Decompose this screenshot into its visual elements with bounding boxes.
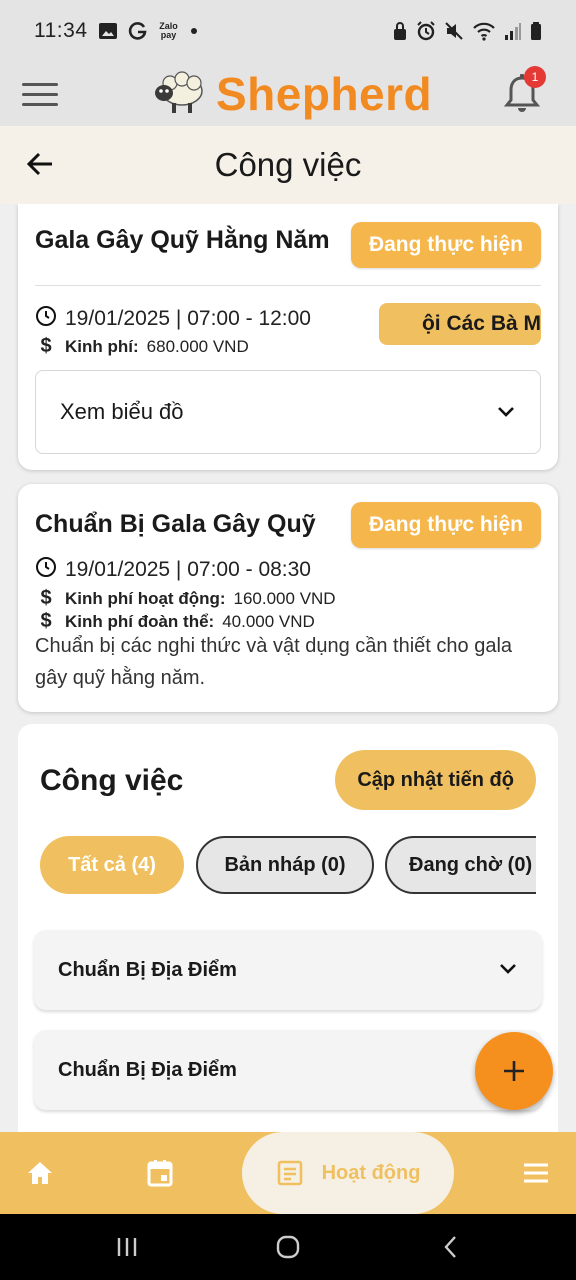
mute-icon [444,21,464,41]
calendar-icon [147,1160,173,1187]
menu-line [22,92,58,96]
add-task-button[interactable] [475,1032,553,1110]
organization-tag[interactable]: ội Các Bà M [379,303,541,345]
nav-activities[interactable]: Hoạt động [242,1132,454,1214]
home-button[interactable] [271,1230,305,1264]
event-datetime: 19/01/2025 | 07:00 - 12:00 [65,307,311,330]
g-icon [128,21,148,41]
lock-icon [392,21,408,41]
alarm-icon [416,21,436,41]
activity-title: Chuẩn Bị Gala Gây Quỹ [35,510,316,538]
app-logo: Shepherd [152,62,432,126]
sheep-logo-icon [152,69,206,120]
event-datetime-row: 19/01/2025 | 07:00 - 12:00 [35,305,311,333]
activity-budget-value: 160.000 VND [233,588,336,608]
activity-datetime: 19/01/2025 | 07:00 - 08:30 [65,558,311,581]
chevron-down-icon [496,399,516,425]
filter-chip-all[interactable]: Tất cả (4) [40,836,184,894]
divider [35,285,541,286]
task-item[interactable]: Chuẩn Bị Địa Điểm [34,1030,542,1110]
tasks-section-title: Công việc [40,764,184,797]
signal-icon [504,21,522,41]
hamburger-menu-button[interactable] [22,74,58,114]
activity-description: Chuẩn bị các nghi thức và vật dụng cần t… [35,635,513,689]
view-chart-dropdown[interactable]: Xem biểu đồ [35,370,541,454]
content-scroll-area[interactable]: Gala Gây Quỹ Hằng Năm Đang thực hiện 19/… [0,204,576,1132]
dollar-icon: $ [40,587,52,609]
app-bar: Shepherd 1 [0,62,576,126]
activity-status-badge: Đang thực hiện [350,502,541,548]
battery-icon [530,21,542,41]
menu-line [22,82,58,86]
zalopay-label: Zalo pay [159,21,178,40]
task-item[interactable]: Chuẩn Bị Địa Điểm [34,930,542,1010]
status-left: 11:34 Zalo pay [34,19,198,43]
dollar-icon: $ [40,335,52,357]
plus-icon [504,1061,524,1081]
clock-icon [35,556,57,584]
union-budget-label: Kinh phí đoàn thể: [65,611,215,631]
union-budget-value: 40.000 VND [222,611,315,631]
app-name: Shepherd [216,68,433,120]
event-status-badge: Đang thực hiện [350,222,541,268]
zalopay-icon: Zalo pay [158,22,180,40]
nav-calendar[interactable] [134,1132,186,1214]
organization-tag-label: ội Các Bà M [421,312,541,335]
bell-icon [502,74,542,120]
system-navigation-bar [0,1214,576,1280]
filter-chip-draft[interactable]: Bản nháp (0) [196,836,374,894]
clock-icon [35,305,57,333]
chevron-left-icon [444,1236,456,1258]
bottom-navigation: Hoạt động [0,1132,576,1214]
notification-button[interactable]: 1 [502,66,546,116]
image-icon [98,22,118,40]
event-title: Gala Gây Quỹ Hằng Năm [35,226,330,254]
view-chart-label: Xem biểu đồ [60,399,184,424]
activity-card[interactable]: Chuẩn Bị Gala Gây Quỹ Đang thực hiện 19/… [18,484,558,712]
activity-budget-label: Kinh phí hoạt động: [65,588,226,608]
event-budget-label: Kinh phí: [65,336,139,356]
task-title: Chuẩn Bị Địa Điểm [58,1058,237,1081]
home-circle-icon [276,1235,300,1259]
status-time: 11:34 [34,19,88,42]
menu-icon [524,1163,548,1183]
event-budget-row: $ Kinh phí: 680.000 VND [35,335,249,358]
menu-line [22,102,58,106]
notification-badge: 1 [524,66,546,88]
activity-datetime-row: 19/01/2025 | 07:00 - 08:30 [35,556,311,584]
dot-icon [190,27,198,35]
activity-budget-row: $ Kinh phí hoạt động: 160.000 VND [35,587,336,610]
event-card: Gala Gây Quỹ Hằng Năm Đang thực hiện 19/… [18,204,558,470]
update-progress-button[interactable]: Cập nhật tiến độ [335,750,536,810]
activity-icon [277,1160,302,1186]
nav-menu[interactable] [510,1132,562,1214]
wifi-icon [472,21,496,41]
system-back-button[interactable] [434,1230,468,1264]
event-budget-value: 680.000 VND [146,336,249,356]
chevron-down-icon [498,959,518,982]
recents-icon [117,1238,137,1256]
page-title: Công việc [214,146,362,183]
status-bar: 11:34 Zalo pay [0,0,576,62]
nav-home[interactable] [14,1132,66,1214]
home-icon [28,1162,52,1184]
task-title: Chuẩn Bị Địa Điểm [58,958,237,981]
filter-chip-pending[interactable]: Đang chờ (0) [385,836,536,894]
page-header: Công việc [0,126,576,204]
nav-activities-label: Hoạt động [321,1161,421,1184]
status-right [392,21,542,41]
recents-button[interactable] [110,1230,144,1264]
task-filter-tabs[interactable]: Tất cả (4) Bản nháp (0) Đang chờ (0) [40,836,536,896]
